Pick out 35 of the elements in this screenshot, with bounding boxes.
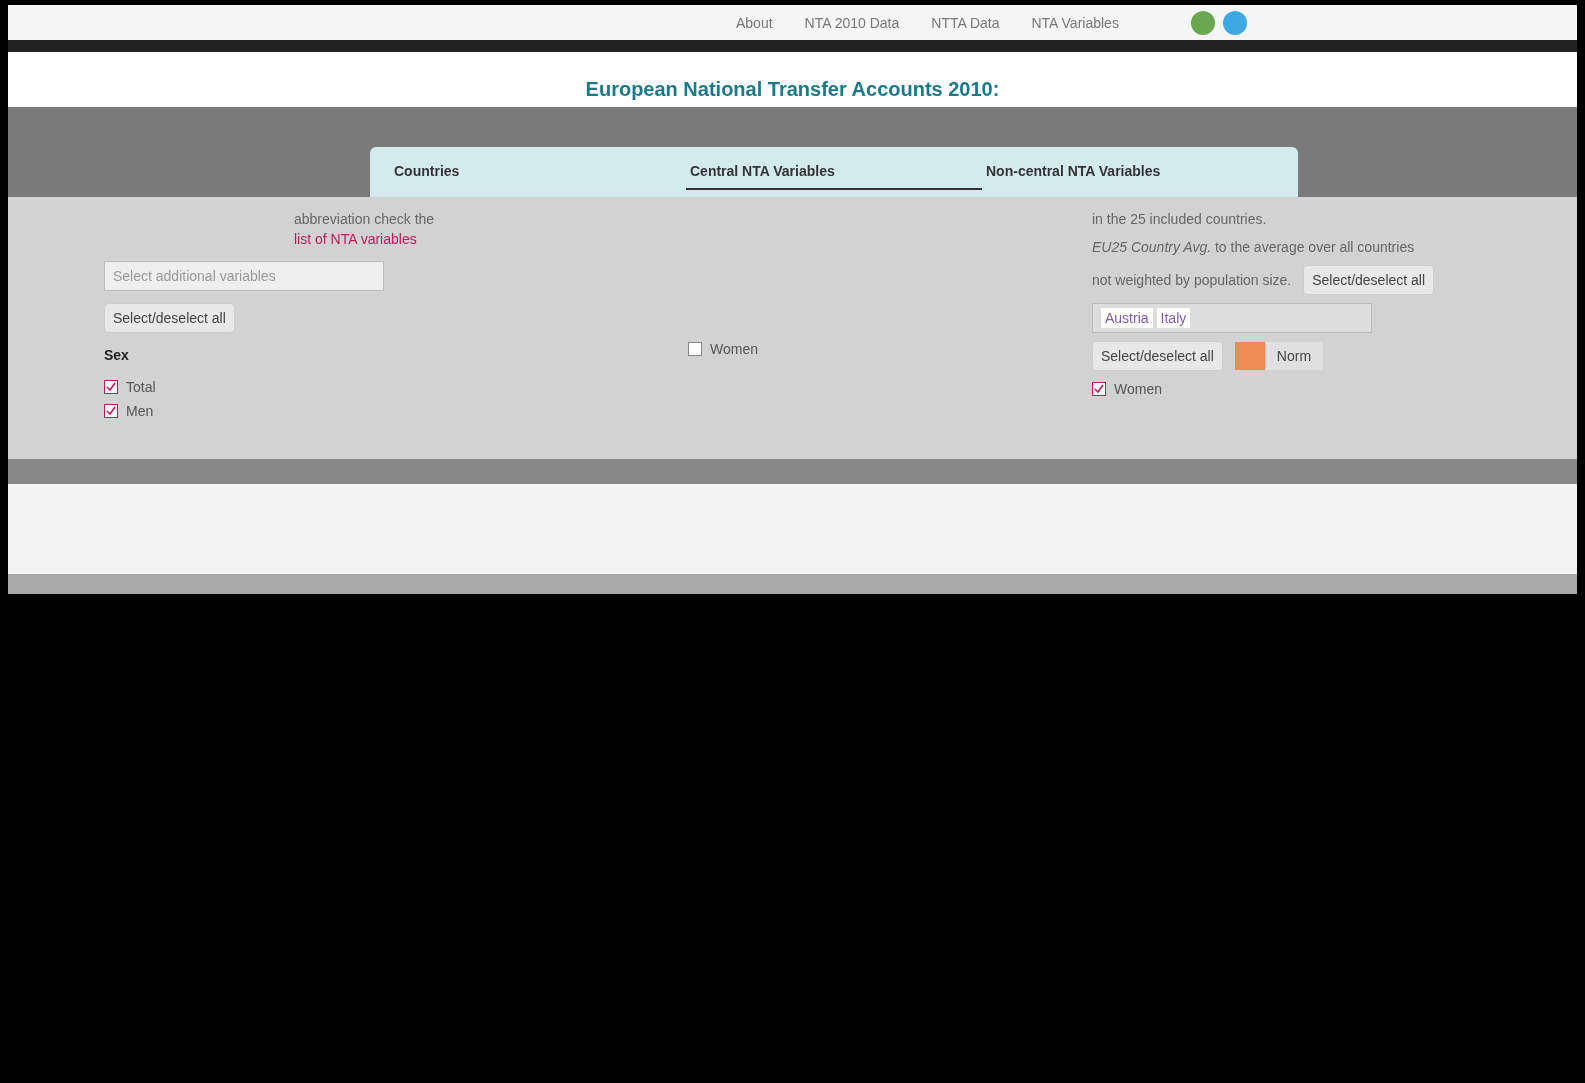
page-title: European National Transfer Accounts 2010: [585, 77, 1000, 102]
info-text: in the 25 included countries. [1092, 210, 1268, 229]
nav-link[interactable]: NTA Variables [1031, 12, 1119, 33]
select-all-button[interactable]: Select/deselect all [1303, 265, 1435, 295]
tab[interactable]: Non-central NTA Variables [982, 154, 1278, 190]
checkbox-label: Women [710, 340, 758, 359]
nav-link[interactable]: NTA 2010 Data [804, 12, 900, 33]
nav-link[interactable]: NTTA Data [931, 12, 1000, 33]
checkbox[interactable] [104, 404, 118, 418]
checkbox-label: Women [1114, 380, 1162, 399]
checkbox-label: Total [126, 378, 156, 397]
checkbox[interactable] [688, 342, 702, 356]
tab[interactable]: Countries [390, 154, 686, 190]
country-tag[interactable]: Italy [1156, 308, 1191, 328]
info-text: not weighted by population size. [1092, 271, 1292, 290]
variables-select[interactable]: Select additional variables [104, 261, 384, 291]
logo-icon [1190, 10, 1215, 35]
country-tag[interactable]: Austria [1101, 308, 1153, 328]
checkbox[interactable] [1092, 382, 1106, 396]
tab[interactable]: Central NTA Variables [686, 154, 982, 190]
select-all-button[interactable]: Select/deselect all [104, 303, 235, 333]
logo-icon [1222, 10, 1247, 35]
help-text: abbreviation check the list of NTA variables [293, 210, 436, 249]
info-text: EU25 Country Avg. to the average over all countries [1092, 238, 1416, 257]
checkbox-label: Men [126, 402, 154, 421]
checkbox[interactable] [104, 380, 118, 394]
group-heading: Sex [104, 346, 130, 365]
check-icon [106, 406, 116, 416]
check-icon [1094, 384, 1104, 394]
select-all-button[interactable]: Select/deselect all [1092, 341, 1223, 371]
nav-link[interactable]: About [736, 12, 773, 33]
check-icon [106, 382, 116, 392]
variables-link[interactable]: list of NTA variables [294, 231, 417, 247]
countries-select[interactable]: Austria Italy [1092, 303, 1372, 333]
norm-option[interactable]: Norm [1234, 342, 1324, 370]
